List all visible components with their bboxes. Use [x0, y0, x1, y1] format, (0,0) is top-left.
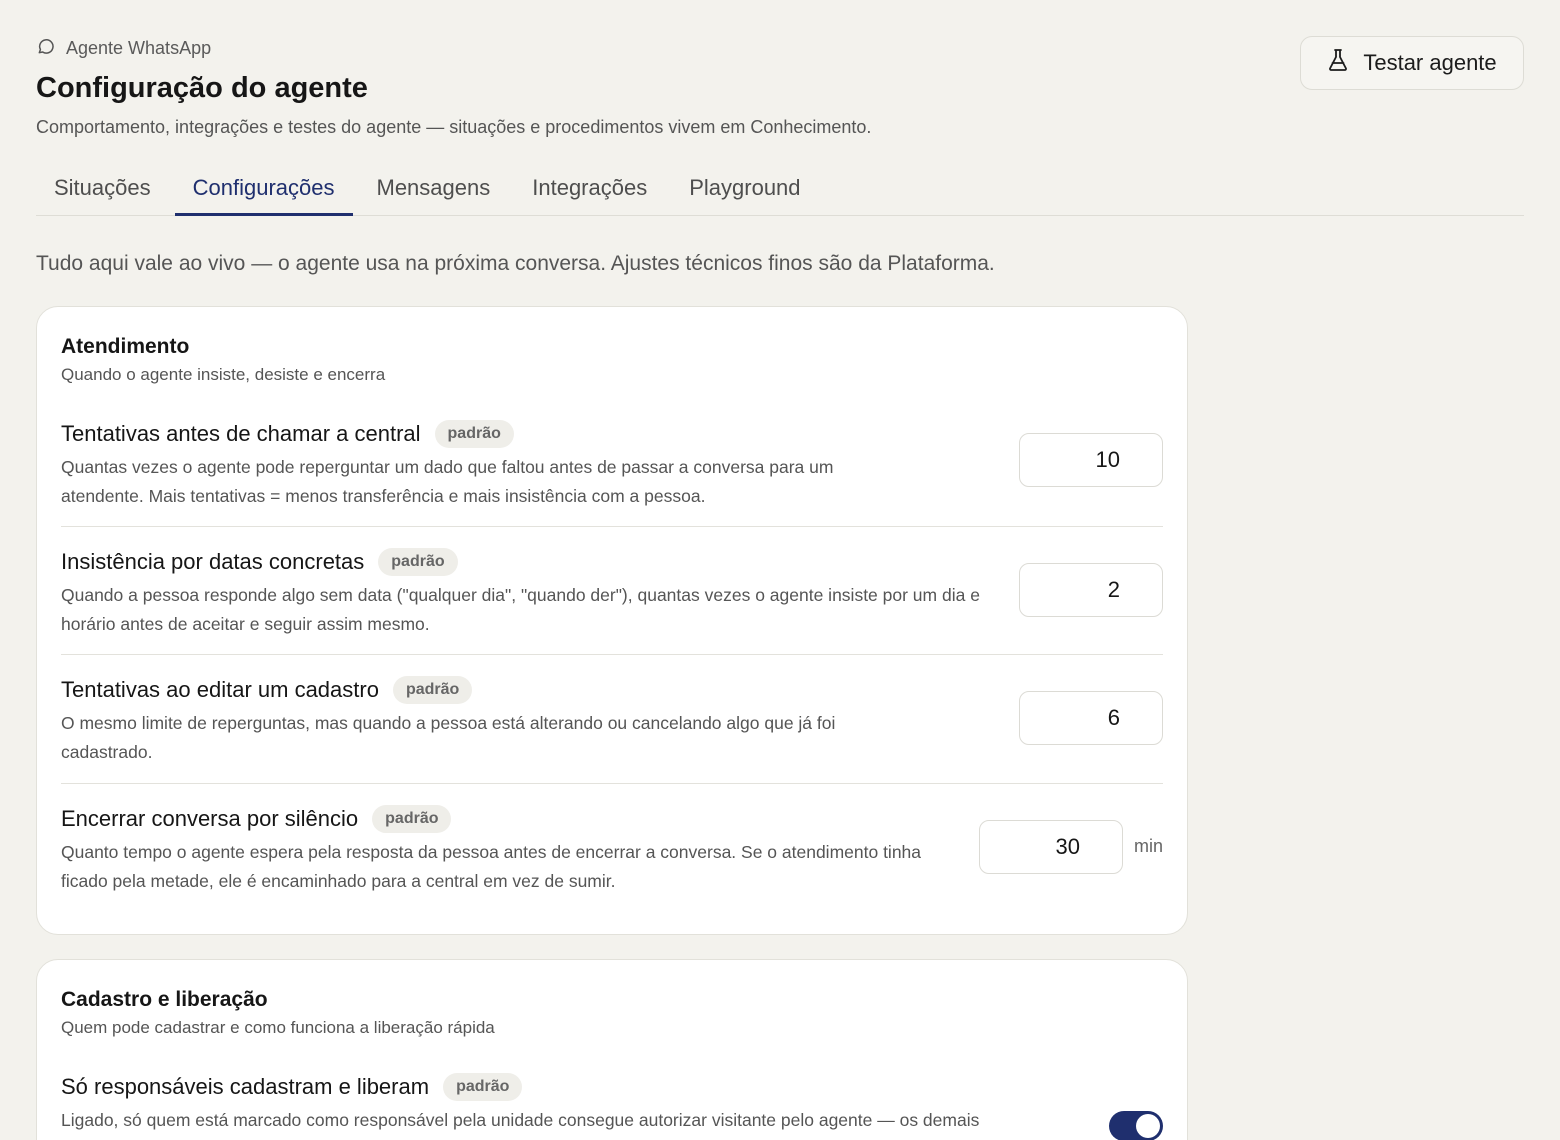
setting-description: O mesmo limite de reperguntas, mas quand… [61, 713, 836, 762]
setting-date-insistence: Insistência por datas concretas padrão Q… [61, 527, 1163, 655]
retries-input[interactable]: 10 [1019, 433, 1163, 487]
intro-text: Tudo aqui vale ao vivo — o agente usa na… [36, 252, 995, 275]
test-agent-button[interactable]: Testar agente [1300, 36, 1524, 90]
setting-retries-before-central: Tentativas antes de chamar a central pad… [61, 419, 1163, 527]
breadcrumb-label[interactable]: Agente WhatsApp [66, 38, 211, 59]
tab-playground[interactable]: Playground [671, 160, 818, 215]
silence-timeout-input[interactable]: 30 [979, 820, 1123, 874]
setting-description: Quanto tempo o agente espera pela respos… [61, 842, 922, 891]
flask-icon [1327, 48, 1349, 78]
page-header: Agente WhatsApp Configuração do agente C… [36, 36, 1524, 138]
tab-configuracoes[interactable]: Configurações [174, 160, 353, 216]
date-insistence-input[interactable]: 2 [1019, 563, 1163, 617]
tab-integracoes[interactable]: Integrações [514, 160, 665, 215]
setting-edit-retries: Tentativas ao editar um cadastro padrão … [61, 655, 1163, 784]
card-title: Atendimento [61, 335, 190, 358]
default-badge: padrão [443, 1073, 523, 1101]
chat-bubble-icon [36, 36, 56, 61]
setting-label: Só responsáveis cadastram e liberam [61, 1074, 430, 1099]
default-badge: padrão [434, 420, 514, 448]
card-atendimento: Atendimento Quando o agente insiste, des… [36, 306, 1188, 935]
setting-only-responsibles: Só responsáveis cadastram e liberam padr… [61, 1072, 1163, 1140]
card-subtitle: Quando o agente insiste, desiste e encer… [61, 365, 386, 384]
test-agent-label: Testar agente [1363, 50, 1497, 75]
tab-mensagens[interactable]: Mensagens [359, 160, 509, 215]
setting-description: Quando a pessoa responde algo sem data (… [61, 585, 980, 634]
edit-retries-input[interactable]: 6 [1019, 691, 1163, 745]
setting-label: Insistência por datas concretas [61, 549, 365, 574]
toggle-knob [1136, 1114, 1160, 1138]
card-title: Cadastro e liberação [61, 988, 268, 1011]
only-responsibles-toggle[interactable] [1109, 1111, 1163, 1140]
setting-label: Tentativas antes de chamar a central [61, 421, 421, 446]
setting-description: Quantas vezes o agente pode reperguntar … [61, 457, 834, 506]
setting-label: Encerrar conversa por silêncio [61, 806, 359, 831]
setting-description: Ligado, só quem está marcado como respon… [61, 1110, 980, 1130]
setting-label: Tentativas ao editar um cadastro [61, 677, 379, 702]
default-badge: padrão [378, 548, 458, 576]
tab-situacoes[interactable]: Situações [36, 160, 169, 215]
default-badge: padrão [392, 676, 473, 704]
unit-label: min [1133, 836, 1163, 856]
card-cadastro-liberacao: Cadastro e liberação Quem pode cadastrar… [36, 959, 1188, 1140]
card-subtitle: Quem pode cadastrar e como funciona a li… [61, 1018, 495, 1037]
tab-bar: Situações Configurações Mensagens Integr… [36, 160, 1524, 216]
page-subtitle: Comportamento, integrações e testes do a… [36, 117, 872, 137]
setting-silence-timeout: Encerrar conversa por silêncio padrão Qu… [61, 784, 1163, 912]
default-badge: padrão [372, 805, 452, 833]
